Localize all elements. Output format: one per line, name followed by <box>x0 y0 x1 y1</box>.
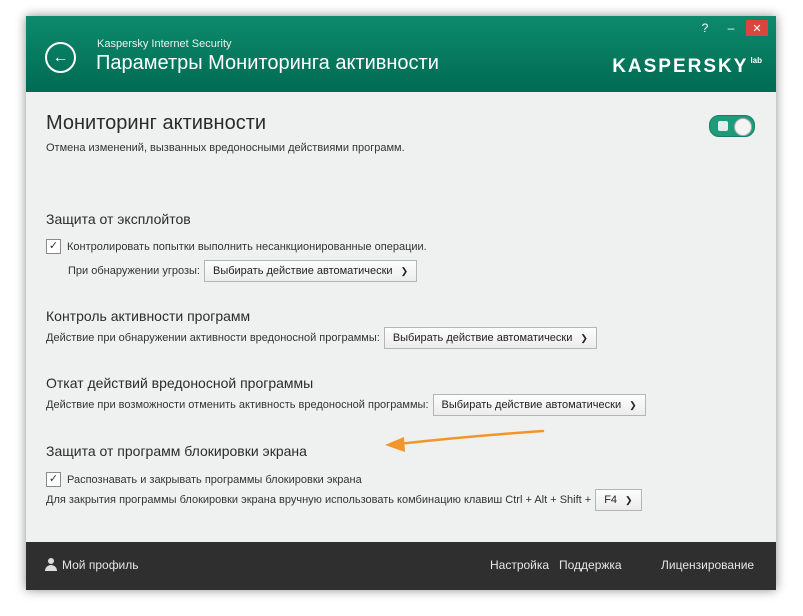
screenlock-checkbox-row: ✓ Распознавать и закрывать программы бло… <box>46 472 362 487</box>
settings-link[interactable]: Настройка <box>490 558 549 572</box>
screenlock-combo-label: Для закрытия программы блокировки экрана… <box>46 494 592 506</box>
exploit-action-value: Выбирать действие автоматически <box>212 265 393 277</box>
activity-monitor-toggle[interactable] <box>709 115 755 137</box>
footer-bar: Мой профиль Настройка Поддержка Лицензир… <box>26 542 776 590</box>
main-title: Мониторинг активности <box>46 112 267 134</box>
activity-action-value: Выбирать действие автоматически <box>392 332 573 344</box>
kaspersky-logo: KASPERSKY lab <box>612 56 762 78</box>
minimize-button[interactable]: – <box>720 20 742 36</box>
close-button[interactable]: ✕ <box>746 20 768 36</box>
page-title: Параметры Мониторинга активности <box>96 52 439 74</box>
screenlock-key-value: F4 <box>604 494 618 506</box>
rollback-action-dropdown[interactable]: Выбирать действие автоматически ❯ <box>432 394 646 416</box>
screenlock-section-header: Защита от программ блокировки экрана <box>46 443 307 459</box>
window-controls: ? – ✕ <box>694 20 768 36</box>
screenlock-key-dropdown[interactable]: F4 ❯ <box>595 489 642 511</box>
support-link[interactable]: Поддержка <box>559 558 622 572</box>
screenlock-combo-row: Для закрытия программы блокировки экрана… <box>46 489 642 511</box>
back-arrow-icon: ← <box>52 48 69 66</box>
chevron-down-icon: ❯ <box>629 399 637 410</box>
back-button[interactable]: ← <box>45 42 76 73</box>
licensing-link[interactable]: Лицензирование <box>661 558 754 572</box>
exploit-checkbox-label[interactable]: Контролировать попытки выполнить несанкц… <box>67 241 427 253</box>
activity-action-dropdown[interactable]: Выбирать действие автоматически ❯ <box>383 327 597 349</box>
chevron-down-icon: ❯ <box>400 265 409 276</box>
profile-link[interactable]: Мой профиль <box>45 558 139 572</box>
checkmark-icon: ✓ <box>48 473 59 485</box>
user-icon <box>45 558 57 571</box>
screenlock-checkbox-label[interactable]: Распознавать и закрывать программы блоки… <box>67 474 362 486</box>
brand-suffix: lab <box>750 56 762 65</box>
exploit-checkbox[interactable]: ✓ <box>46 239 61 254</box>
profile-label: Мой профиль <box>62 558 139 572</box>
rollback-action-row: Действие при возможности отменить активн… <box>46 394 646 416</box>
exploit-action-label: При обнаружении угрозы: <box>68 265 200 277</box>
exploit-action-row: При обнаружении угрозы: Выбирать действи… <box>68 260 418 282</box>
activity-section-header: Контроль активности программ <box>46 308 251 324</box>
screenlock-checkbox[interactable]: ✓ <box>46 472 61 487</box>
exploit-section-header: Защита от эксплойтов <box>46 211 191 227</box>
toggle-knob <box>734 118 752 136</box>
help-button[interactable]: ? <box>694 20 716 36</box>
settings-content: Мониторинг активности Отмена изменений, … <box>26 92 776 542</box>
rollback-section-header: Откат действий вредоносной программы <box>46 375 314 391</box>
activity-action-row: Действие при обнаружении активности вред… <box>46 327 597 349</box>
rollback-action-label: Действие при возможности отменить активн… <box>46 399 429 411</box>
chevron-down-icon: ❯ <box>580 332 588 343</box>
title-bar: ← Kaspersky Internet Security Параметры … <box>26 16 776 92</box>
exploit-checkbox-row: ✓ Контролировать попытки выполнить несан… <box>46 239 427 254</box>
main-subtitle: Отмена изменений, вызванных вредоносными… <box>46 142 405 154</box>
exploit-action-dropdown[interactable]: Выбирать действие автоматически ❯ <box>203 260 418 282</box>
rollback-action-value: Выбирать действие автоматически <box>441 399 622 411</box>
brand-name: KASPERSKY <box>612 56 749 77</box>
checkmark-icon: ✓ <box>48 240 59 252</box>
settings-window: ← Kaspersky Internet Security Параметры … <box>26 16 776 590</box>
app-name: Kaspersky Internet Security <box>97 38 232 50</box>
activity-action-label: Действие при обнаружении активности вред… <box>46 332 380 344</box>
chevron-down-icon: ❯ <box>625 494 633 505</box>
